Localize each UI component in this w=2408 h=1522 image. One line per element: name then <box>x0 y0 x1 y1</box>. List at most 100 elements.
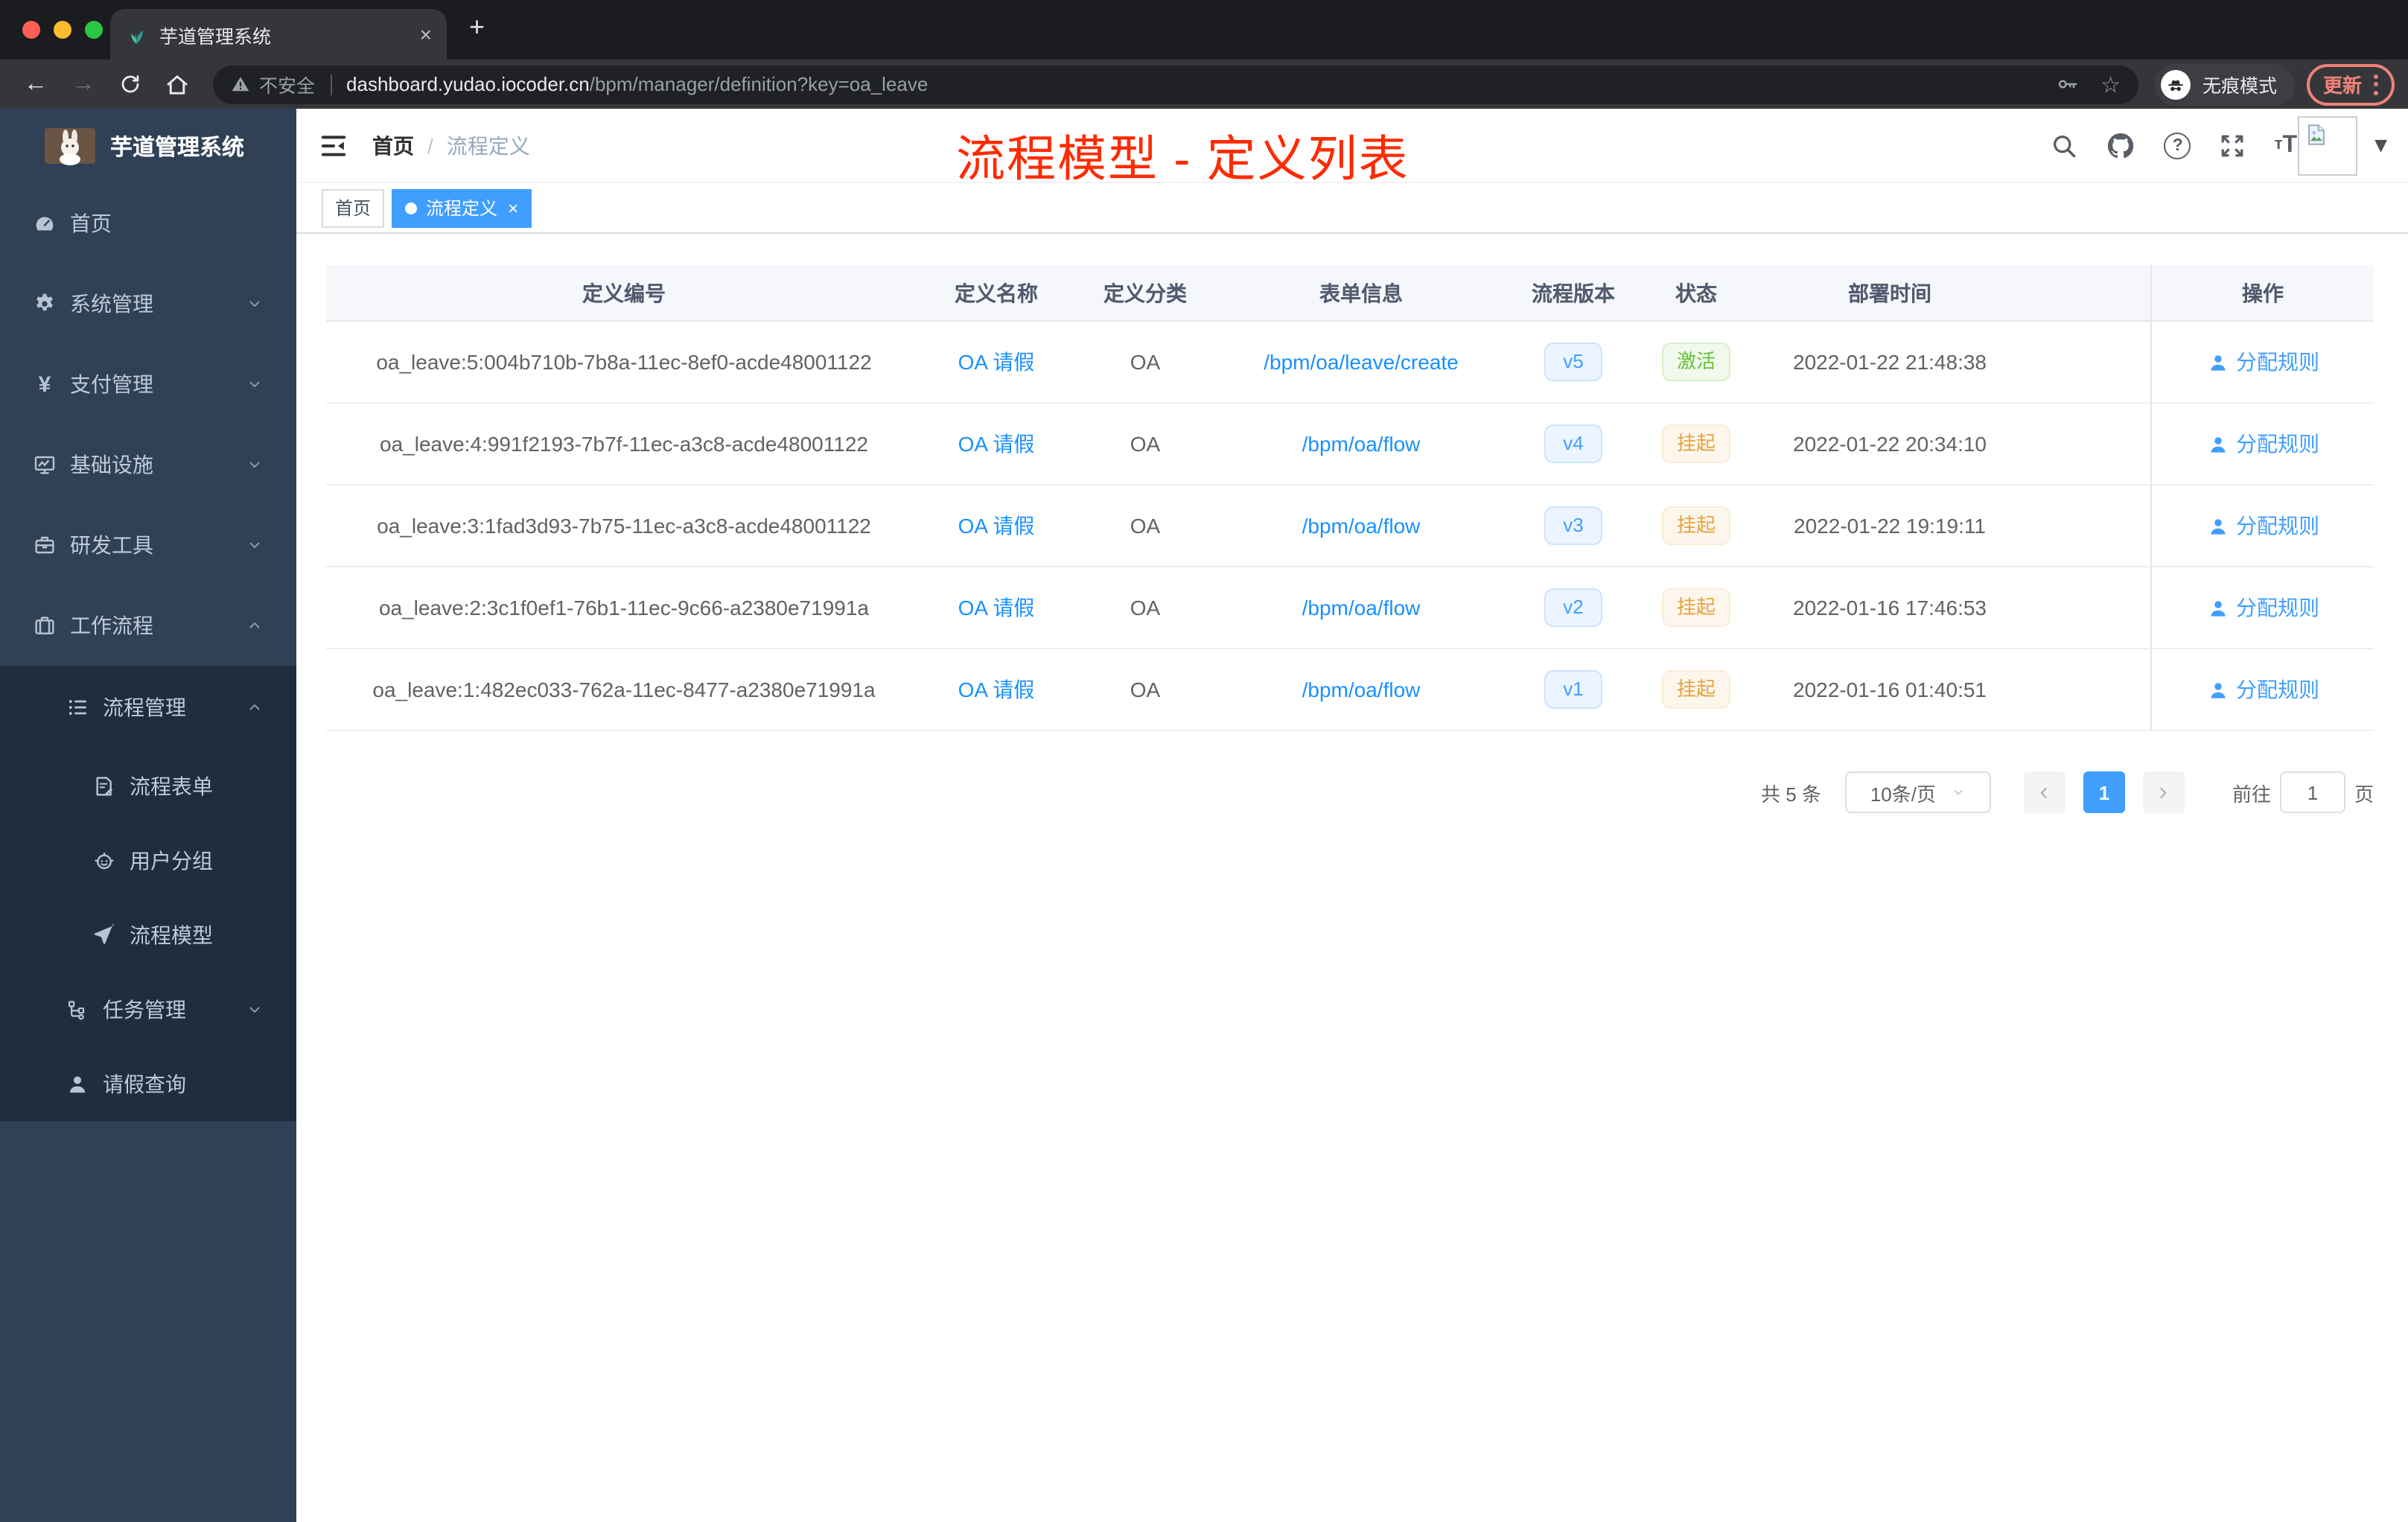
breadcrumb-current: 流程定义 <box>446 133 530 157</box>
monitor-icon <box>33 453 57 477</box>
cell-process-version: v1 <box>1503 649 1644 731</box>
cell-definition-id: oa_leave:2:3c1f0ef1-76b1-11ec-9c66-a2380… <box>326 567 922 649</box>
definition-name-link[interactable]: OA 请假 <box>958 593 1035 623</box>
sidebar-toggle-icon[interactable] <box>319 130 348 160</box>
cell-deploy-time: 2022-01-22 21:48:38 <box>1748 322 2031 404</box>
sidebar-item-system[interactable]: 系统管理 <box>0 264 296 344</box>
user-icon <box>2206 678 2229 701</box>
definition-name-link[interactable]: OA 请假 <box>958 511 1035 541</box>
sidebar-item-user-group[interactable]: 用户分组 <box>0 824 296 898</box>
incognito-badge: 无痕模式 <box>2155 63 2296 105</box>
status-badge: 挂起 <box>1661 506 1730 545</box>
definition-name-link[interactable]: OA 请假 <box>958 675 1035 704</box>
sidebar-item-devtools[interactable]: 研发工具 <box>0 505 296 585</box>
page-size-select[interactable]: 10条/页 <box>1844 771 1991 813</box>
cell-form-info: /bpm/oa/flow <box>1220 649 1503 731</box>
sidebar-submenu: 流程管理 流程表单 用户分组 流程模型 任务管理 请假查询 <box>0 666 296 1121</box>
tag-home[interactable]: 首页 <box>322 188 385 227</box>
sidebar-menu: 首页系统管理 ¥ 支付管理 基础设施 研发工具 工作流程 流程管理 流程表单 用户分组 流程模型任… <box>0 183 296 1522</box>
form-info-link[interactable]: /bpm/oa/flow <box>1302 514 1421 538</box>
chevron-down-icon <box>246 536 264 554</box>
chrome-update-button[interactable]: 更新 <box>2307 63 2395 105</box>
font-size-icon[interactable]: тT <box>2275 133 2297 157</box>
sidebar-item-label: 系统管理 <box>70 292 153 316</box>
assign-rule-link[interactable]: 分配规则 <box>2206 511 2319 541</box>
avatar[interactable] <box>2297 115 2357 175</box>
annotation-title: 流程模型 - 定义列表 <box>956 131 1410 186</box>
tag-process-definition[interactable]: 流程定义 × <box>392 188 532 227</box>
cell-filler <box>2031 567 2150 649</box>
assign-rule-link[interactable]: 分配规则 <box>2206 675 2319 704</box>
tab-close-icon[interactable]: × <box>420 24 432 45</box>
chevron-down-icon <box>246 1001 264 1019</box>
form-info-link[interactable]: /bpm/oa/flow <box>1302 596 1421 620</box>
chevron-down-icon <box>246 295 264 313</box>
sidebar-item-process-form[interactable]: 流程表单 <box>0 749 296 824</box>
form-info-link[interactable]: /bpm/oa/flow <box>1302 432 1421 456</box>
status-badge: 挂起 <box>1661 424 1730 463</box>
key-icon[interactable] <box>2056 73 2078 95</box>
cell-deploy-time: 2022-01-16 01:40:51 <box>1748 649 2031 731</box>
sidebar-item-leave-query[interactable]: 请假查询 <box>0 1047 296 1121</box>
goto-page-input[interactable] <box>2279 771 2345 813</box>
browser-tab[interactable]: 芋道管理系统 × <box>110 9 447 60</box>
column-header: 状态 <box>1644 265 1748 322</box>
address-bar[interactable]: 不安全 dashboard.yudao.iocoder.cn /bpm/mana… <box>213 65 2138 104</box>
assign-rule-label: 分配规则 <box>2236 432 2319 456</box>
fullscreen-icon[interactable] <box>2220 132 2246 159</box>
sidebar-item-process-model[interactable]: 流程模型 <box>0 898 296 972</box>
next-page-button[interactable] <box>2142 771 2185 813</box>
warning-icon <box>231 74 250 94</box>
cell-actions: 分配规则 <box>2150 649 2374 731</box>
sidebar-logo[interactable]: 芋道管理系统 <box>0 109 296 183</box>
menu-dots-icon[interactable] <box>2374 74 2379 95</box>
sidebar-item-workflow[interactable]: 工作流程 <box>0 585 296 666</box>
sidebar-item-infra[interactable]: 基础设施 <box>0 424 296 505</box>
page-size-value: 10条/页 <box>1870 783 1936 805</box>
assign-rule-link[interactable]: 分配规则 <box>2206 429 2319 459</box>
status-badge: 挂起 <box>1661 670 1730 709</box>
cell-process-version: v5 <box>1503 322 1644 404</box>
home-icon[interactable] <box>165 72 189 96</box>
breadcrumb-separator: / <box>427 133 433 157</box>
cell-filler <box>2031 649 2150 731</box>
yen-icon: ¥ <box>38 372 51 397</box>
minimize-window-button[interactable] <box>54 21 71 39</box>
close-window-button[interactable] <box>22 21 40 39</box>
sidebar-item-home[interactable]: 首页 <box>0 183 296 264</box>
logo-avatar <box>45 128 95 165</box>
active-dot-icon <box>405 202 418 214</box>
help-icon[interactable]: ? <box>2164 132 2191 159</box>
maximize-window-button[interactable] <box>85 21 103 39</box>
tag-close-icon[interactable]: × <box>508 199 518 217</box>
search-icon[interactable] <box>2051 132 2078 159</box>
cell-definition-category: OA <box>1071 567 1220 649</box>
definition-name-link[interactable]: OA 请假 <box>958 347 1035 377</box>
new-tab-button[interactable]: + <box>469 12 485 43</box>
sidebar-item-payment[interactable]: ¥ 支付管理 <box>0 344 296 424</box>
bookmark-star-icon[interactable]: ☆ <box>2100 71 2121 98</box>
header-filler <box>2031 265 2150 322</box>
prev-page-button[interactable] <box>2023 771 2065 813</box>
main-panel: 首页 / 流程定义 ? тT ▼ 首页 流程定义 × 流程模型 - 定义列表 定… <box>296 109 2408 1522</box>
back-icon[interactable]: ← <box>24 71 48 96</box>
dashboard-icon <box>33 211 57 235</box>
page-unit-label: 页 <box>2354 783 2374 805</box>
sidebar-item-process-mgmt[interactable]: 流程管理 <box>0 666 296 749</box>
form-info-link[interactable]: /bpm/oa/flow <box>1302 678 1421 701</box>
incognito-icon <box>2161 69 2191 99</box>
assign-rule-link[interactable]: 分配规则 <box>2206 347 2319 377</box>
avatar-dropdown-caret-icon[interactable]: ▼ <box>2374 136 2387 155</box>
github-icon[interactable] <box>2106 130 2136 160</box>
breadcrumb-home[interactable]: 首页 <box>372 130 414 160</box>
assign-rule-link[interactable]: 分配规则 <box>2206 593 2319 623</box>
reload-icon[interactable] <box>119 73 141 95</box>
cell-deploy-time: 2022-01-22 20:34:10 <box>1748 404 2031 485</box>
cell-definition-id: oa_leave:3:1fad3d93-7b75-11ec-a3c8-acde4… <box>326 485 922 567</box>
form-info-link[interactable]: /bpm/oa/leave/create <box>1264 350 1459 374</box>
forward-icon[interactable]: → <box>71 71 95 96</box>
security-label[interactable]: 不安全 <box>259 70 315 98</box>
current-page-button[interactable]: 1 <box>2083 771 2125 813</box>
sidebar-item-task-mgmt[interactable]: 任务管理 <box>0 972 296 1047</box>
definition-name-link[interactable]: OA 请假 <box>958 429 1035 459</box>
